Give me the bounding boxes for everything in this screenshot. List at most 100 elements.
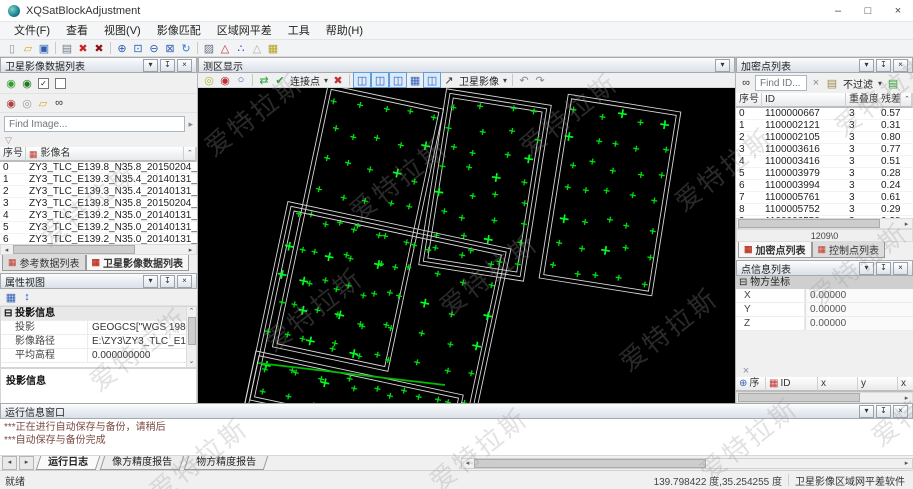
tab-image-list-1[interactable]: ▦卫星影像数据列表 [86,255,190,271]
collapse-icon[interactable]: ▾ [143,59,158,72]
close-icon[interactable]: × [883,0,913,21]
collapse-icon[interactable]: ▾ [859,59,874,72]
scroll-right-icon[interactable]: ▸ [901,220,912,228]
table-row[interactable]: 0ZY3_TLC_E139.8_N35.8_20150204_L1A00 [0,162,197,174]
clear-point-icon[interactable]: × [738,364,754,378]
tie-point-marker[interactable] [550,261,557,268]
menu-item-5[interactable]: 工具 [280,23,318,39]
find-id-input[interactable] [755,75,807,91]
tie-point-marker[interactable] [466,164,473,171]
edit-check-icon[interactable]: ✔ [272,73,288,87]
tie-point-marker[interactable] [617,109,627,119]
tie-point-marker[interactable] [400,387,407,394]
close-icon[interactable]: × [893,405,908,418]
layer-select[interactable]: 卫星影像 [457,73,501,88]
image-table-hscrollbar[interactable]: ◂ ▸ [0,244,197,255]
tie-point-marker[interactable] [663,146,670,153]
col-idx[interactable]: 序号 [0,147,26,161]
property-row[interactable]: 影像路径E:\ZY3\ZY3_TLC_E139 [1,335,196,349]
table-row[interactable]: 5110000397930.28 [736,168,913,180]
filter-funnel-icon[interactable]: ▽ [0,135,197,147]
tie-point-marker[interactable] [521,179,528,186]
delete-tiepoint-icon[interactable]: ✖ [330,73,346,87]
tie-point-marker[interactable] [574,270,581,277]
tie-point-marker[interactable] [579,245,586,252]
tie-point-marker[interactable] [347,255,354,262]
tie-point-marker[interactable] [609,167,616,174]
zoom-full-icon[interactable]: ◎ [201,73,217,87]
table-row[interactable]: 7110000576130.61 [736,192,913,204]
tie-point-marker[interactable] [360,292,367,299]
tie-point-marker[interactable] [366,166,373,173]
tie-point-marker[interactable] [504,151,511,158]
minimize-icon[interactable]: – [823,0,853,21]
search-go-icon[interactable]: ▸ [188,119,193,130]
folder-icon[interactable]: ▱ [35,96,51,110]
tie-point-marker[interactable] [329,345,336,352]
tie-point-marker[interactable] [330,98,337,105]
property-vscrollbar[interactable]: ⌃⌄ [186,307,196,367]
tie-point-marker[interactable] [351,385,358,392]
tie-point-marker[interactable] [332,125,339,132]
tie-point-marker[interactable] [596,138,603,145]
tie-point-marker[interactable] [340,194,347,201]
menu-item-1[interactable]: 查看 [58,23,96,39]
scroll-thumb[interactable] [13,245,135,254]
scroll-right-icon[interactable]: ▸ [185,246,196,254]
tie-point-marker[interactable] [279,299,286,306]
tie-point-marker[interactable] [411,178,418,185]
tab-scroll-right-icon[interactable]: ▸ [19,456,34,470]
tie-point-marker[interactable] [496,258,503,265]
table-row[interactable]: 4ZY3_TLC_E139.2_N35.0_20140131_L1A00 [0,210,197,222]
tie-point-marker[interactable] [407,108,414,115]
tie-point-marker[interactable] [447,341,454,348]
scroll-thumb[interactable] [738,219,880,228]
selected-image-edge[interactable] [258,363,445,385]
report-tab-1[interactable]: 像方精度报告 [100,456,185,470]
tie-point-marker[interactable] [298,305,308,315]
scroll-right-icon[interactable]: ▸ [901,459,912,467]
tie-point-marker[interactable] [615,274,622,281]
coord-row[interactable]: Y0.00000 [736,303,913,317]
scroll-down-icon[interactable]: ⌄ [189,357,195,367]
scroll-up-icon[interactable]: ⌃ [184,147,196,161]
new-icon[interactable]: ▯ [4,41,20,55]
tie-point-marker[interactable] [376,232,383,239]
delete-all-icon[interactable]: ✖ [91,41,107,55]
tie-point-marker[interactable] [607,216,614,223]
binoculars-icon[interactable]: ∞ [51,96,67,110]
tie-point-marker[interactable] [322,277,329,284]
property-group[interactable]: ⊟ 投影信息 [1,307,196,321]
tie-point-marker[interactable] [660,120,670,130]
tie-point-marker[interactable] [491,172,501,182]
property-row[interactable]: 平均高程0.000000000 [1,349,196,363]
tie-point-marker[interactable] [468,370,475,377]
tie-point-marker[interactable] [491,217,498,224]
sort-icon[interactable]: ↕ [19,290,35,304]
report-tab-0[interactable]: 运行日志 [36,456,101,470]
col-y-1[interactable]: y [858,377,898,391]
tie-point-marker[interactable] [599,113,606,120]
report-tab-2[interactable]: 物方精度报告 [184,456,269,470]
col-id[interactable]: ID [762,93,846,107]
tie-point-marker[interactable] [623,222,630,229]
tie-point-marker[interactable] [350,134,357,141]
tie-point-marker[interactable] [299,335,306,342]
tab-image-list-0[interactable]: ▦参考数据列表 [2,255,86,271]
layout-dual-icon[interactable]: ◫ [371,72,389,88]
tie-point-marker[interactable] [612,140,619,147]
col-x-2[interactable]: x [898,377,913,391]
tie-point-marker[interactable] [589,158,596,165]
tie-point-marker[interactable] [570,106,577,113]
check-all-box[interactable]: ✓ [38,78,49,89]
table-row[interactable]: 2110000210530.80 [736,132,913,144]
tie-point-marker[interactable] [392,264,399,271]
tie-point-marker[interactable] [315,186,322,193]
tab-point-list-1[interactable]: ▦控制点列表 [812,242,886,258]
clear-search-icon[interactable]: × [808,76,824,90]
tiepoints-icon[interactable]: ∴ [233,41,249,55]
tie-point-marker[interactable] [514,261,521,268]
tie-point-marker[interactable] [403,239,410,246]
tie-point-marker[interactable] [349,348,359,358]
pin-icon[interactable]: ↧ [876,262,891,275]
